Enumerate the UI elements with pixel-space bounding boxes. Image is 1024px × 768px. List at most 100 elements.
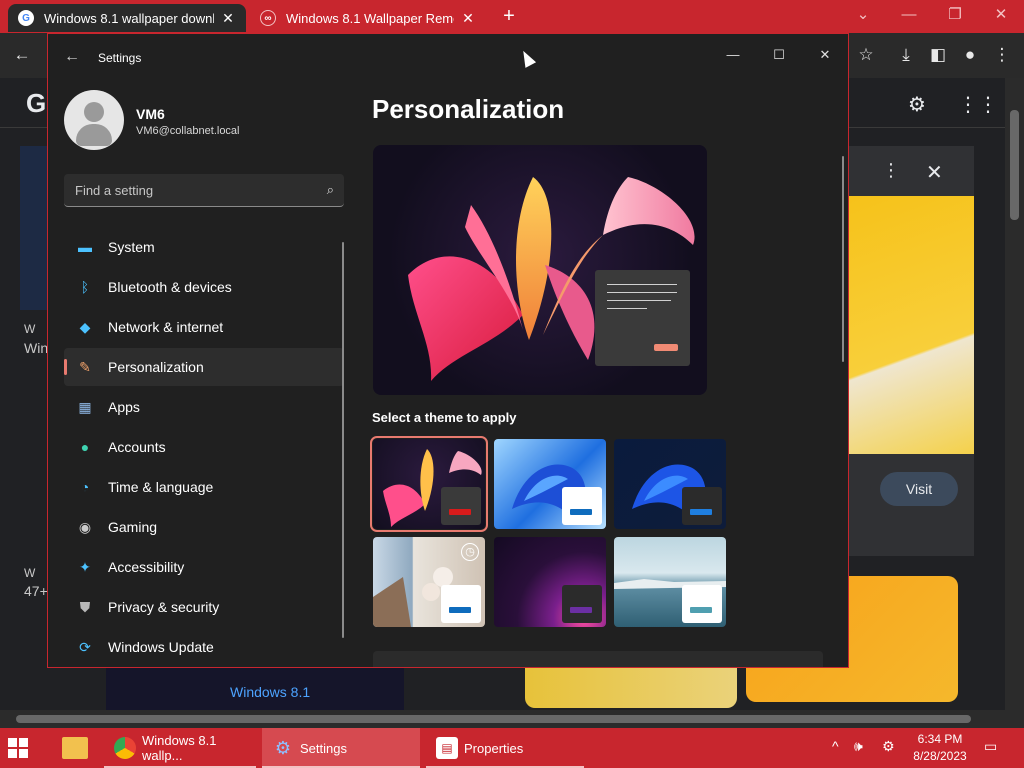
browser-tab-inactive[interactable]: ∞ Windows 8.1 Wallpaper Remodel ✕	[250, 4, 486, 32]
more-options-icon[interactable]: ⋮	[882, 160, 900, 181]
theme-glow[interactable]	[494, 537, 606, 627]
file-explorer-icon[interactable]	[62, 737, 88, 759]
volume-icon[interactable]: 🕪	[854, 738, 863, 755]
globe-clock-icon: ◔	[80, 479, 90, 495]
browser-tab-active[interactable]: G Windows 8.1 wallpaper downloa ✕	[8, 4, 246, 32]
theme-window-mockup	[441, 487, 481, 525]
sidebar-item-label: Time & language	[108, 479, 214, 495]
theme-accent-bar	[570, 509, 592, 515]
windows-start-icon[interactable]	[8, 738, 28, 758]
more-menu-icon[interactable]: ⋮	[990, 43, 1014, 67]
theme-accent-bar	[690, 509, 712, 515]
sidebar-item-bluetooth-devices[interactable]: ᛒ Bluetooth & devices	[64, 268, 344, 306]
apps-icon: ▦	[78, 398, 92, 415]
gamepad-icon: ◉	[78, 518, 92, 535]
taskbar-item-label: Settings	[300, 740, 347, 756]
result-source: W	[24, 566, 36, 580]
gear-icon[interactable]: ⚙	[882, 738, 895, 755]
vertical-scrollbar[interactable]	[1005, 78, 1024, 710]
content-scrollbar[interactable]	[842, 156, 844, 362]
gear-icon[interactable]: ⚙	[908, 92, 926, 117]
download-icon[interactable]: ⤓	[894, 43, 918, 67]
settings-card[interactable]	[373, 651, 823, 667]
result-title[interactable]: Win	[24, 340, 48, 356]
scrollbar-thumb[interactable]	[16, 715, 971, 723]
theme-spotlight[interactable]: ◷	[373, 537, 485, 627]
sidebar-item-system[interactable]: ▬ System	[64, 228, 344, 266]
visit-button[interactable]: Visit	[880, 472, 958, 506]
sidebar-item-apps[interactable]: ▦ Apps	[64, 388, 344, 426]
theme-window-mockup	[441, 585, 481, 623]
sidebar-item-label: Privacy & security	[108, 599, 220, 615]
result-thumbnail[interactable]	[525, 668, 737, 708]
theme-accent-bar	[570, 607, 592, 613]
scrollbar-corner	[1005, 710, 1024, 728]
result-thumbnail[interactable]	[20, 146, 48, 310]
sidebar-item-time-language[interactable]: ◔ Time & language	[64, 468, 344, 506]
apps-grid-icon[interactable]: ⋮⋮	[958, 92, 998, 117]
taskbar-item-label: Windows 8.1 wallp...	[142, 733, 217, 763]
search-input[interactable]	[64, 174, 314, 206]
profile-icon[interactable]: ●	[958, 43, 982, 67]
tab-search-chevron-icon[interactable]: ⌄	[840, 0, 886, 33]
back-arrow-icon[interactable]: ←	[64, 48, 80, 66]
bookmark-star-icon[interactable]: ☆	[854, 43, 878, 67]
back-arrow-icon[interactable]: ←	[10, 43, 34, 67]
sidebar-item-label: Personalization	[108, 359, 204, 375]
properties-icon: ▤	[436, 737, 458, 759]
taskbar-item-properties[interactable]: ▤ Properties	[426, 728, 584, 768]
theme-windows-light[interactable]	[494, 439, 606, 529]
preview-window-mockup	[595, 270, 690, 366]
sidebar-item-label: System	[108, 239, 155, 255]
theme-window-mockup	[562, 585, 602, 623]
taskbar-item-settings[interactable]: ⚙ Settings	[262, 728, 420, 768]
preview-image[interactable]	[848, 196, 974, 454]
google-logo[interactable]: G	[26, 88, 46, 119]
tray-chevron-up-icon[interactable]: ^	[832, 738, 839, 754]
browser-minimize-button[interactable]: —	[886, 0, 932, 33]
tab-title: Windows 8.1 wallpaper downloa	[44, 10, 214, 26]
sidebar-item-privacy-security[interactable]: ⛊ Privacy & security	[64, 588, 344, 626]
theme-glow-bloom[interactable]	[370, 436, 488, 532]
horizontal-scrollbar[interactable]	[0, 710, 1005, 728]
close-button[interactable]: ✕	[810, 40, 840, 70]
browser-close-button[interactable]: ✕	[978, 0, 1024, 33]
settings-window: ← Settings — ☐ ✕ VM6 VM6@collabnet.local…	[47, 33, 849, 668]
result-thumbnail[interactable]: Windows 8.1	[106, 668, 404, 710]
taskbar-clock[interactable]: 6:34 PM 8/28/2023	[906, 731, 974, 765]
tab-close-icon[interactable]: ✕	[460, 10, 476, 27]
nav-scrollbar[interactable]	[342, 242, 344, 638]
theme-window-mockup	[562, 487, 602, 525]
tab-close-icon[interactable]: ✕	[220, 10, 236, 27]
theme-accent-bar	[690, 607, 712, 613]
sidebar-item-label: Accessibility	[108, 559, 185, 575]
notification-icon[interactable]: ▭	[984, 738, 997, 755]
new-tab-button[interactable]: +	[498, 5, 520, 27]
result-source: W	[24, 322, 36, 336]
close-icon[interactable]: ✕	[926, 160, 943, 185]
browser-restore-button[interactable]: ❐	[932, 0, 978, 33]
settings-titlebar: ← Settings — ☐ ✕	[48, 34, 848, 82]
sidebar-item-accessibility[interactable]: ✦ Accessibility	[64, 548, 344, 586]
maximize-button[interactable]: ☐	[764, 40, 794, 70]
sidebar-item-accounts[interactable]: ● Accounts	[64, 428, 344, 466]
theme-windows-dark[interactable]	[614, 439, 726, 529]
taskbar: Windows 8.1 wallp... ⚙ Settings ▤ Proper…	[0, 728, 1024, 768]
browser-tab-strip: G Windows 8.1 wallpaper downloa ✕ ∞ Wind…	[0, 0, 1024, 33]
search-icon[interactable]: ⌕	[327, 182, 334, 198]
avatar[interactable]	[64, 90, 124, 150]
side-panel-icon[interactable]: ◧	[926, 43, 950, 67]
scrollbar-thumb[interactable]	[1010, 110, 1019, 220]
sidebar-item-gaming[interactable]: ◉ Gaming	[64, 508, 344, 546]
minimize-button[interactable]: —	[718, 40, 748, 70]
sidebar-item-network-internet[interactable]: ◆ Network & internet	[64, 308, 344, 346]
page-title: Personalization	[372, 94, 565, 124]
theme-window-mockup	[682, 487, 722, 525]
sidebar-item-windows-update[interactable]: ⟳ Windows Update	[64, 628, 344, 666]
preview-line	[607, 284, 677, 285]
refresh-icon: ⟳	[79, 638, 91, 655]
result-title[interactable]: 47+	[24, 583, 48, 599]
theme-captured-motion[interactable]	[614, 537, 726, 627]
taskbar-item-chrome[interactable]: Windows 8.1 wallp...	[104, 728, 256, 768]
sidebar-item-personalization[interactable]: ✎ Personalization	[64, 348, 344, 386]
